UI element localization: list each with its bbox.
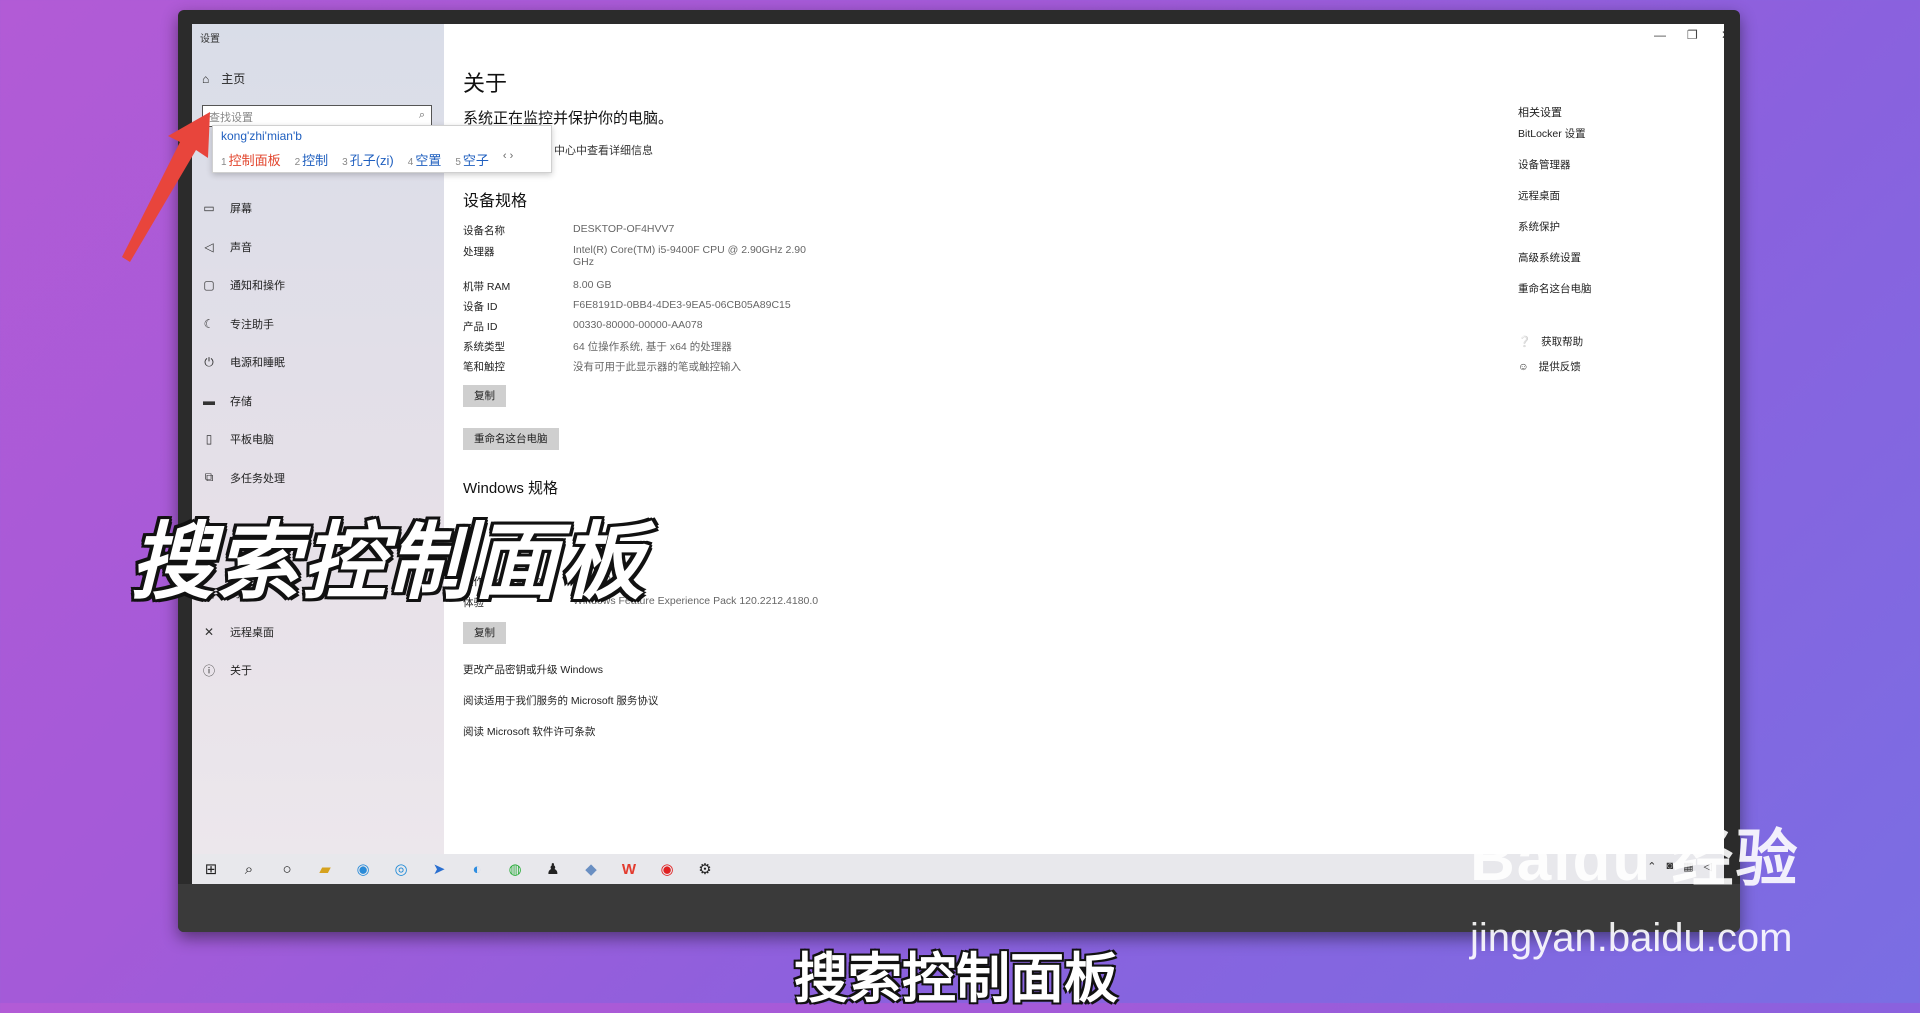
sidebar-item-tablet[interactable]: ▯ 平板电脑 (202, 420, 285, 459)
sidebar-item-notifications[interactable]: ▢ 通知和操作 (202, 266, 285, 305)
related-rename-pc[interactable]: 重命名这台电脑 (1518, 281, 1592, 296)
sidebar-home[interactable]: ⌂ 主页 (202, 70, 245, 87)
home-icon: ⌂ (202, 71, 210, 86)
sidebar-item-label: 专注助手 (230, 318, 274, 331)
sidebar-item-storage[interactable]: ▬ 存储 (202, 382, 285, 421)
overlay-caption: 搜索控制面板 (130, 515, 647, 609)
copy-device-button[interactable]: 复制 (463, 385, 506, 407)
restore-button[interactable]: ❐ (1687, 28, 1698, 42)
sidebar-item-label: 多任务处理 (230, 472, 285, 485)
window-title: 设置 (200, 34, 220, 45)
help-icon: ❔ (1518, 336, 1532, 348)
wechat-icon[interactable]: ◍ (496, 860, 534, 878)
power-icon: ⏻ (204, 354, 214, 369)
sidebar-item-label: 电源和睡眠 (230, 357, 285, 370)
sidebar-item-multitask[interactable]: ⧉ 多任务处理 (202, 459, 285, 498)
feedback-link[interactable]: ☺ 提供反馈 (1518, 359, 1581, 374)
sidebar-item-about[interactable]: ⓘ 关于 (202, 651, 285, 690)
sidebar-item-remote[interactable]: ✕ 远程桌面 (202, 613, 285, 652)
sidebar-item-label: 存储 (230, 395, 252, 408)
detail-link[interactable]: 中心中查看详细信息 (554, 142, 653, 158)
wps-icon[interactable]: W (610, 861, 648, 878)
storage-icon: ▬ (203, 393, 215, 408)
sidebar-item-focus[interactable]: ☾ 专注助手 (202, 305, 285, 344)
search-icon: ⌕ (418, 109, 425, 121)
chat-icon[interactable]: ◉ (344, 860, 382, 878)
spec-row: 处理器 Intel(R) Core(TM) i5-9400F CPU @ 2.90… (463, 244, 806, 268)
settings-content: — ❐ ✕ 关于 系统正在监控并保护你的电脑。 中心中查看详细信息 设备规格 设… (444, 24, 1724, 854)
sidebar-item-label: 声音 (230, 241, 252, 254)
browser-icon[interactable]: ◐ (458, 861, 496, 878)
edge-icon[interactable]: ◎ (382, 860, 420, 878)
screen: 设置 ⌂ 主页 查找设置 ⌕ ▭ 屏幕 ◁ 声音 ▢ 通知和操作 ☾ 专注助手 ⏻ 电源和… (192, 24, 1724, 884)
search-input[interactable]: 查找设置 ⌕ (202, 105, 432, 127)
related-remote-desktop[interactable]: 远程桌面 (1518, 188, 1560, 203)
related-settings-title: 相关设置 (1518, 107, 1562, 119)
spec-row: 系统类型 64 位操作系统, 基于 x64 的处理器 (463, 341, 732, 353)
spec-row: 机带 RAM 8.00 GB (463, 279, 612, 293)
qq-icon[interactable]: ♟ (534, 860, 572, 878)
baidu-watermark-url: jingyan.baidu.com (1470, 916, 1793, 960)
upgrade-link[interactable]: 更改产品密钥或升级 Windows (463, 662, 603, 677)
sidebar-item-power[interactable]: ⏻ 电源和睡眠 (202, 343, 285, 382)
sidebar-item-label: 关于 (230, 665, 252, 678)
sidebar-item-label: 屏幕 (230, 203, 252, 216)
ime-pinyin: kong'zhi'mian'b (221, 129, 302, 143)
app-icon[interactable]: ◆ (572, 860, 610, 878)
sidebar-item-label: 平板电脑 (230, 434, 274, 447)
tablet-icon: ▯ (205, 432, 213, 447)
status-text: 系统正在监控并保护你的电脑。 (463, 110, 674, 127)
file-explorer-icon[interactable]: ▰ (306, 860, 344, 878)
settings-gear-icon[interactable]: ⚙ (686, 860, 724, 878)
video-subtitle: 搜索控制面板 (794, 949, 1118, 1009)
rename-pc-button[interactable]: 重命名这台电脑 (463, 428, 559, 450)
red-arrow-icon (122, 112, 210, 262)
related-system-protection[interactable]: 系统保护 (1518, 219, 1560, 234)
copy-windows-button[interactable]: 复制 (463, 622, 506, 644)
get-help-link[interactable]: ❔ 获取帮助 (1518, 334, 1583, 349)
baidu-watermark-logo: Baidu 经验 (1470, 825, 1800, 894)
related-device-manager[interactable]: 设备管理器 (1518, 157, 1571, 172)
netease-music-icon[interactable]: ◉ (648, 860, 686, 878)
feedback-icon: ☺ (1518, 360, 1529, 373)
spec-row: 设备 ID F6E8191D-0BB4-4DE3-9EA5-06CB05A89C1… (463, 299, 791, 313)
start-icon[interactable]: ⊞ (192, 860, 230, 878)
ime-candidate-4[interactable]: 4 空置 (408, 150, 442, 169)
page-title: 关于 (463, 71, 508, 96)
bird-app-icon[interactable]: ➤ (420, 860, 458, 878)
home-label: 主页 (221, 72, 246, 86)
spec-row: 设备名称 DESKTOP-OF4HVV7 (463, 223, 675, 237)
sidebar-item-label: 通知和操作 (230, 280, 285, 293)
device-spec-heading: 设备规格 (463, 193, 528, 210)
info-icon: ⓘ (202, 663, 215, 678)
notification-icon: ▢ (203, 278, 215, 293)
spec-row: 笔和触控 没有可用于此显示器的笔或触控输入 (463, 361, 741, 373)
close-button[interactable]: ✕ (1721, 28, 1724, 42)
related-advanced-settings[interactable]: 高级系统设置 (1518, 250, 1581, 265)
ime-candidate-2[interactable]: 2 控制 (295, 150, 329, 169)
ime-candidate-1[interactable]: 1 控制面板 (221, 150, 281, 169)
sidebar-item-label: 远程桌面 (230, 626, 274, 639)
minimize-button[interactable]: — (1654, 28, 1666, 42)
remote-icon: ✕ (203, 624, 215, 639)
spec-row: 产品 ID 00330-80000-00000-AA078 (463, 319, 703, 333)
moon-icon: ☾ (203, 316, 215, 331)
cortana-icon[interactable]: ○ (268, 861, 306, 878)
ime-candidate-3[interactable]: 3 孔子(zi) (342, 150, 394, 169)
license-link[interactable]: 阅读 Microsoft 软件许可条款 (463, 724, 595, 739)
related-bitlocker[interactable]: BitLocker 设置 (1518, 126, 1586, 141)
multitask-icon: ⧉ (204, 470, 214, 485)
search-icon[interactable]: ⌕ (230, 861, 268, 878)
service-agreement-link[interactable]: 阅读适用于我们服务的 Microsoft 服务协议 (463, 693, 658, 708)
